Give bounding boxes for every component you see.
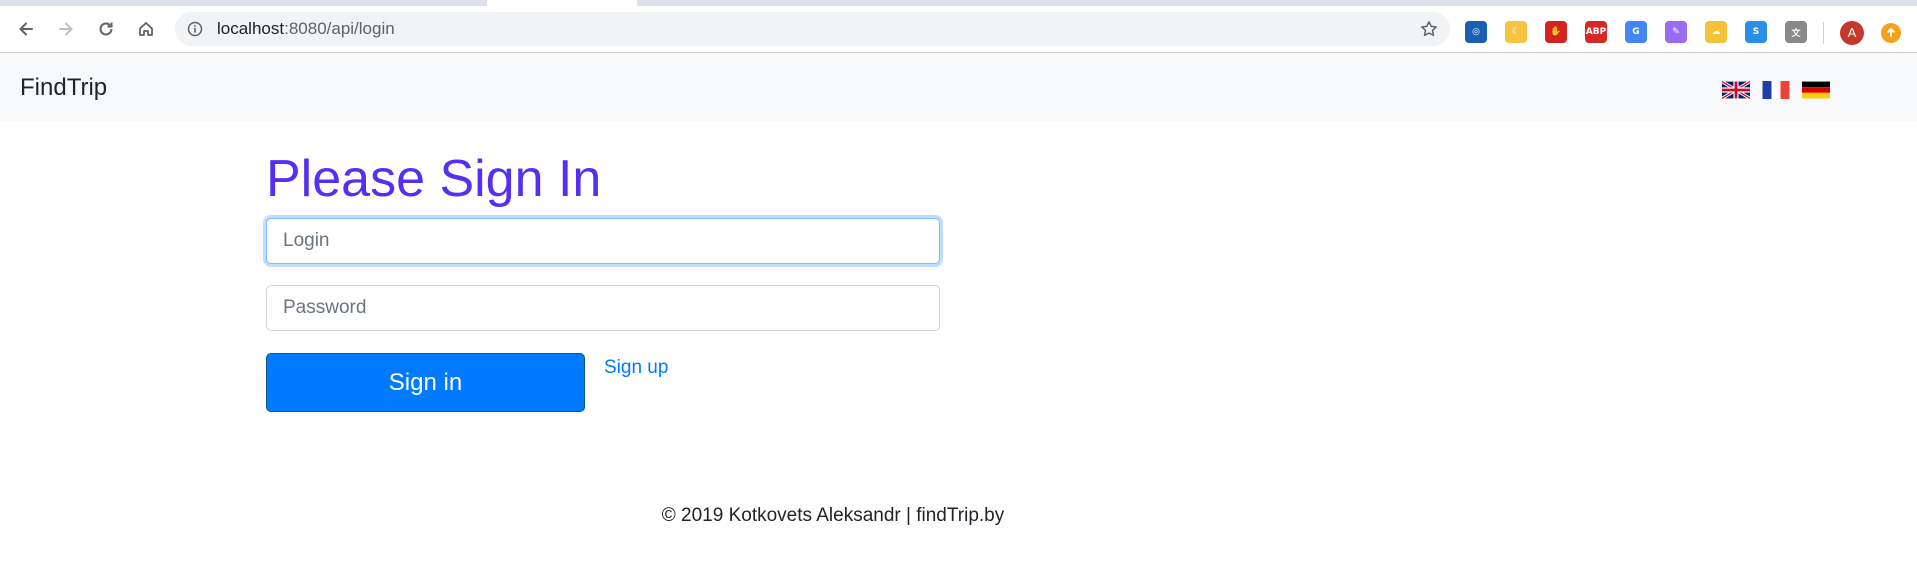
sign-in-button[interactable]: Sign in xyxy=(266,353,585,412)
arrow-left-icon xyxy=(19,22,33,36)
address-bar[interactable]: localhost:8080/api/login xyxy=(175,12,1450,46)
arrow-up-icon xyxy=(1886,27,1896,37)
brand-link[interactable]: FindTrip xyxy=(20,53,107,122)
info-icon[interactable] xyxy=(187,21,203,37)
site-navbar: FindTrip xyxy=(0,53,1917,122)
footer-copyright: © 2019 Kotkovets Aleksandr | findTrip.by xyxy=(661,505,1005,526)
profile-avatar[interactable]: A xyxy=(1840,21,1864,45)
flag-germany-icon[interactable] xyxy=(1802,81,1830,99)
tracker-icon[interactable]: ◎ xyxy=(1465,21,1487,43)
home-button[interactable] xyxy=(129,12,163,46)
bookmark-star-icon[interactable] xyxy=(1420,20,1438,38)
adblock-plus-icon[interactable]: ABP xyxy=(1585,21,1607,43)
sign-up-link[interactable]: Sign up xyxy=(604,357,668,379)
forward-button[interactable] xyxy=(49,12,83,46)
login-input[interactable] xyxy=(266,218,940,264)
url-host: localhost xyxy=(217,19,285,38)
home-icon xyxy=(139,22,153,36)
flag-uk-icon[interactable] xyxy=(1722,81,1750,99)
skype-s-icon[interactable]: S xyxy=(1745,21,1767,43)
google-translate-icon[interactable]: G xyxy=(1625,21,1647,43)
ublock-icon[interactable]: ✋ xyxy=(1545,21,1567,43)
browser-toolbar: localhost:8080/api/login ◎ ☾ ✋ ABP G ✎ ☁ S 文 A xyxy=(0,6,1917,53)
quill-icon[interactable]: ✎ xyxy=(1665,21,1687,43)
moon-icon[interactable]: ☾ xyxy=(1505,21,1527,43)
page-title: Please Sign In xyxy=(266,150,602,208)
reload-button[interactable] xyxy=(89,12,123,46)
back-button[interactable] xyxy=(9,12,43,46)
toolbar-divider xyxy=(1823,22,1824,44)
cloud-download-icon[interactable]: ☁ xyxy=(1705,21,1727,43)
password-input[interactable] xyxy=(266,285,940,331)
reload-icon xyxy=(99,22,113,36)
update-icon[interactable] xyxy=(1881,23,1901,43)
arrow-right-icon xyxy=(59,22,73,36)
url-text[interactable]: localhost:8080/api/login xyxy=(217,12,395,46)
translate-icon[interactable]: 文 xyxy=(1785,21,1807,43)
url-path: :8080/api/login xyxy=(284,19,395,38)
flag-france-icon[interactable] xyxy=(1762,81,1790,99)
